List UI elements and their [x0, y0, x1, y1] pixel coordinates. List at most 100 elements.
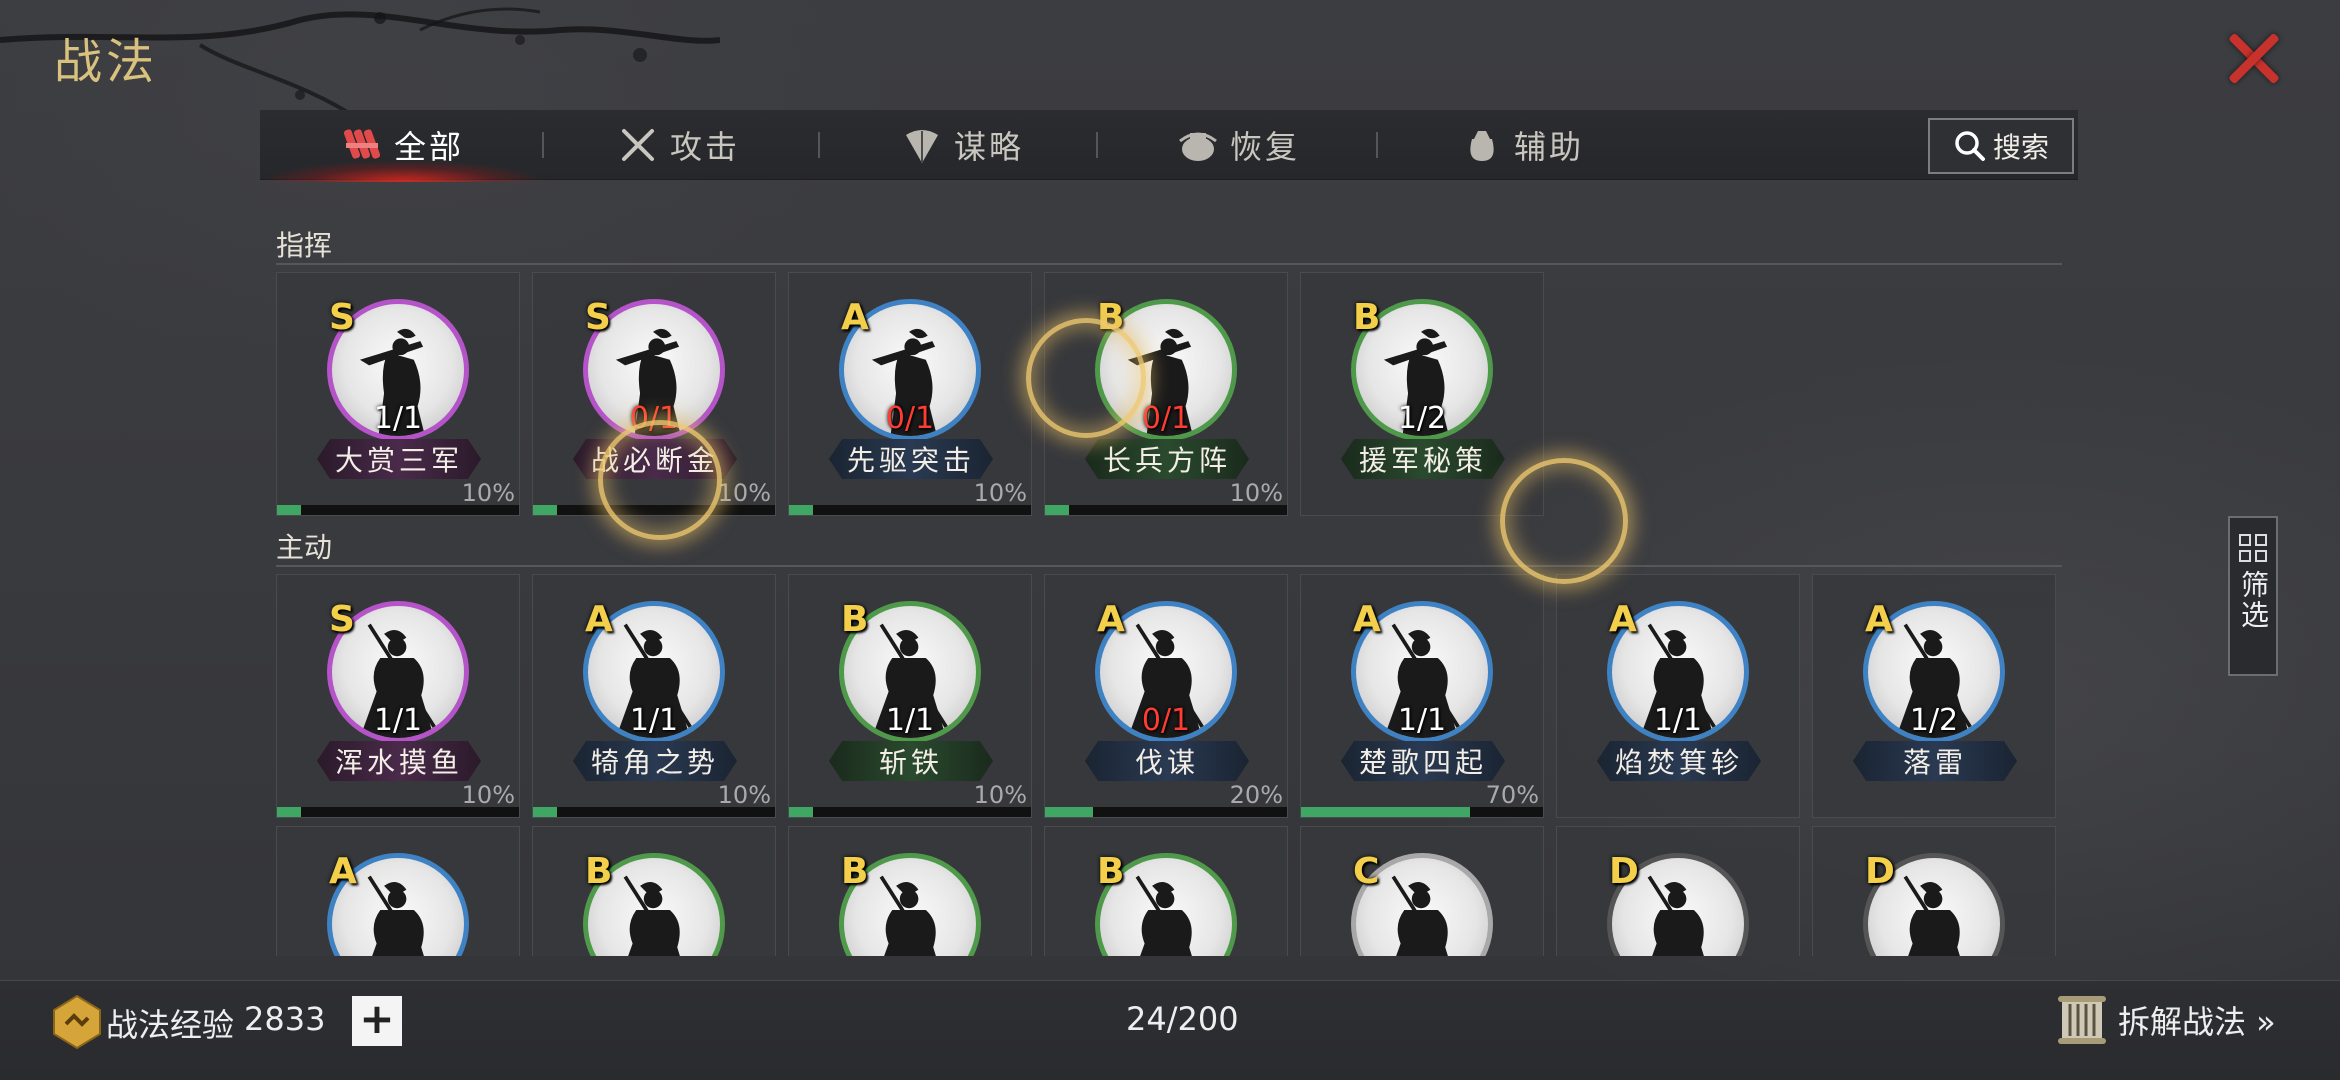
skill-name: 援军秘策: [1341, 439, 1505, 479]
skill-name: 先驱突击: [829, 439, 993, 479]
skills-scroll-area[interactable]: 指挥 S 1/1 大赏三军 10% S 0/1 战必断金 10% A 0/1 先驱突击 10% B 0/1…: [0, 0, 2340, 956]
skill-card[interactable]: S 0/1 战必断金 10%: [532, 272, 776, 516]
skill-grade: A: [329, 851, 357, 892]
skill-grade: A: [1353, 599, 1381, 640]
skill-progress-fill: [533, 505, 558, 515]
skill-progress-bar: [1301, 807, 1543, 817]
dismantle-label: 拆解战法 »: [2118, 1003, 2276, 1041]
skill-grade: A: [585, 599, 613, 640]
skill-grade: B: [1097, 297, 1125, 338]
section-title-active: 主动: [276, 531, 333, 564]
skill-grade: S: [585, 297, 611, 338]
skill-grade: B: [1097, 851, 1125, 892]
skill-card[interactable]: B 0/1 长兵方阵 10%: [1044, 272, 1288, 516]
skill-count-badge: 1/2: [1397, 401, 1447, 436]
skill-progress-bar: [533, 807, 775, 817]
skill-name: 焰焚箕轸: [1597, 741, 1761, 781]
skill-progress-bar: [533, 505, 775, 515]
skill-progress-bar: [1045, 807, 1287, 817]
skill-card[interactable]: B: [532, 826, 776, 956]
skill-progress-percent: 10%: [461, 479, 515, 507]
skill-exp-value: 2833: [244, 1000, 326, 1038]
skill-grade: B: [841, 851, 869, 892]
skill-exp-icon: [53, 994, 101, 1050]
skill-progress-percent: 10%: [973, 479, 1027, 507]
skill-name: 浑水摸鱼: [317, 741, 481, 781]
skill-progress-fill: [1301, 807, 1471, 817]
skill-progress-fill: [789, 807, 814, 817]
skill-count-badge: 1/1: [373, 703, 423, 738]
skill-count-badge: 0/1: [1141, 401, 1191, 436]
skill-progress-bar: [277, 505, 519, 515]
skill-count: 24/200: [1126, 1000, 1239, 1038]
skill-grade: A: [1865, 599, 1893, 640]
skill-grade: A: [1097, 599, 1125, 640]
skill-progress-percent: 10%: [1229, 479, 1283, 507]
skill-card[interactable]: C: [1300, 826, 1544, 956]
skill-grade: D: [1609, 851, 1639, 892]
skill-grade: B: [585, 851, 613, 892]
skill-count-badge: 1/1: [885, 703, 935, 738]
skill-card[interactable]: B: [788, 826, 1032, 956]
skill-grade: C: [1353, 851, 1380, 892]
skill-count-badge: 1/1: [1397, 703, 1447, 738]
skill-grade: B: [1353, 297, 1381, 338]
skill-card[interactable]: A 1/1 焰焚箕轸: [1556, 574, 1800, 818]
skill-name: 斩铁: [829, 741, 993, 781]
skill-card[interactable]: S 1/1 浑水摸鱼 10%: [276, 574, 520, 818]
filter-button[interactable]: 筛选: [2228, 516, 2278, 676]
skill-grade: B: [841, 599, 869, 640]
skill-count-badge: 0/1: [885, 401, 935, 436]
dismantle-skills-button[interactable]: 拆解战法 »: [2056, 990, 2276, 1050]
skill-progress-fill: [533, 807, 558, 817]
skill-progress-percent: 10%: [717, 479, 771, 507]
skill-count-badge: 0/1: [1141, 703, 1191, 738]
skill-progress-bar: [789, 505, 1031, 515]
skill-name: 战必断金: [573, 439, 737, 479]
skill-name: 伐谋: [1085, 741, 1249, 781]
skill-progress-fill: [1045, 807, 1094, 817]
section-title-command: 指挥: [276, 229, 333, 262]
skill-progress-percent: 10%: [973, 781, 1027, 809]
skill-name: 落雷: [1853, 741, 2017, 781]
skill-progress-fill: [789, 505, 814, 515]
skill-card[interactable]: B 1/2 援军秘策: [1300, 272, 1544, 516]
skill-card[interactable]: A 0/1 伐谋 20%: [1044, 574, 1288, 818]
section-divider: [276, 565, 2062, 567]
skill-count-badge: 1/1: [373, 401, 423, 436]
skill-count-badge: 1/2: [1909, 703, 1959, 738]
skill-exp-label: 战法经验: [106, 1006, 235, 1044]
skill-grade: D: [1865, 851, 1895, 892]
skill-card[interactable]: A: [276, 826, 520, 956]
skill-card[interactable]: A 1/1 楚歌四起 70%: [1300, 574, 1544, 818]
skill-count-badge: 1/1: [1653, 703, 1703, 738]
skill-grade: A: [1609, 599, 1637, 640]
skill-count-badge: 0/1: [629, 401, 679, 436]
skill-progress-bar: [277, 807, 519, 817]
skill-progress-fill: [277, 505, 302, 515]
skill-card[interactable]: D: [1812, 826, 2056, 956]
skill-card[interactable]: D: [1556, 826, 1800, 956]
grid-icon: [2239, 534, 2267, 562]
skill-name: 长兵方阵: [1085, 439, 1249, 479]
skill-progress-percent: 70%: [1485, 781, 1539, 809]
skill-progress-percent: 20%: [1229, 781, 1283, 809]
skill-card[interactable]: A 1/2 落雷: [1812, 574, 2056, 818]
filter-label: 筛选: [2237, 570, 2270, 630]
skill-progress-bar: [1045, 505, 1287, 515]
skill-card[interactable]: S 1/1 大赏三军 10%: [276, 272, 520, 516]
scroll-icon: [2058, 996, 2106, 1044]
add-exp-button[interactable]: +: [352, 996, 402, 1046]
skill-grade: S: [329, 297, 355, 338]
skill-progress-fill: [1045, 505, 1070, 515]
skill-card[interactable]: B 1/1 斩铁 10%: [788, 574, 1032, 818]
skill-name: 犄角之势: [573, 741, 737, 781]
skill-name: 大赏三军: [317, 439, 481, 479]
skill-card[interactable]: A 0/1 先驱突击 10%: [788, 272, 1032, 516]
skill-progress-percent: 10%: [717, 781, 771, 809]
skill-card[interactable]: A 1/1 犄角之势 10%: [532, 574, 776, 818]
skill-name: 楚歌四起: [1341, 741, 1505, 781]
skill-count-badge: 1/1: [629, 703, 679, 738]
skill-grade: S: [329, 599, 355, 640]
skill-card[interactable]: B: [1044, 826, 1288, 956]
